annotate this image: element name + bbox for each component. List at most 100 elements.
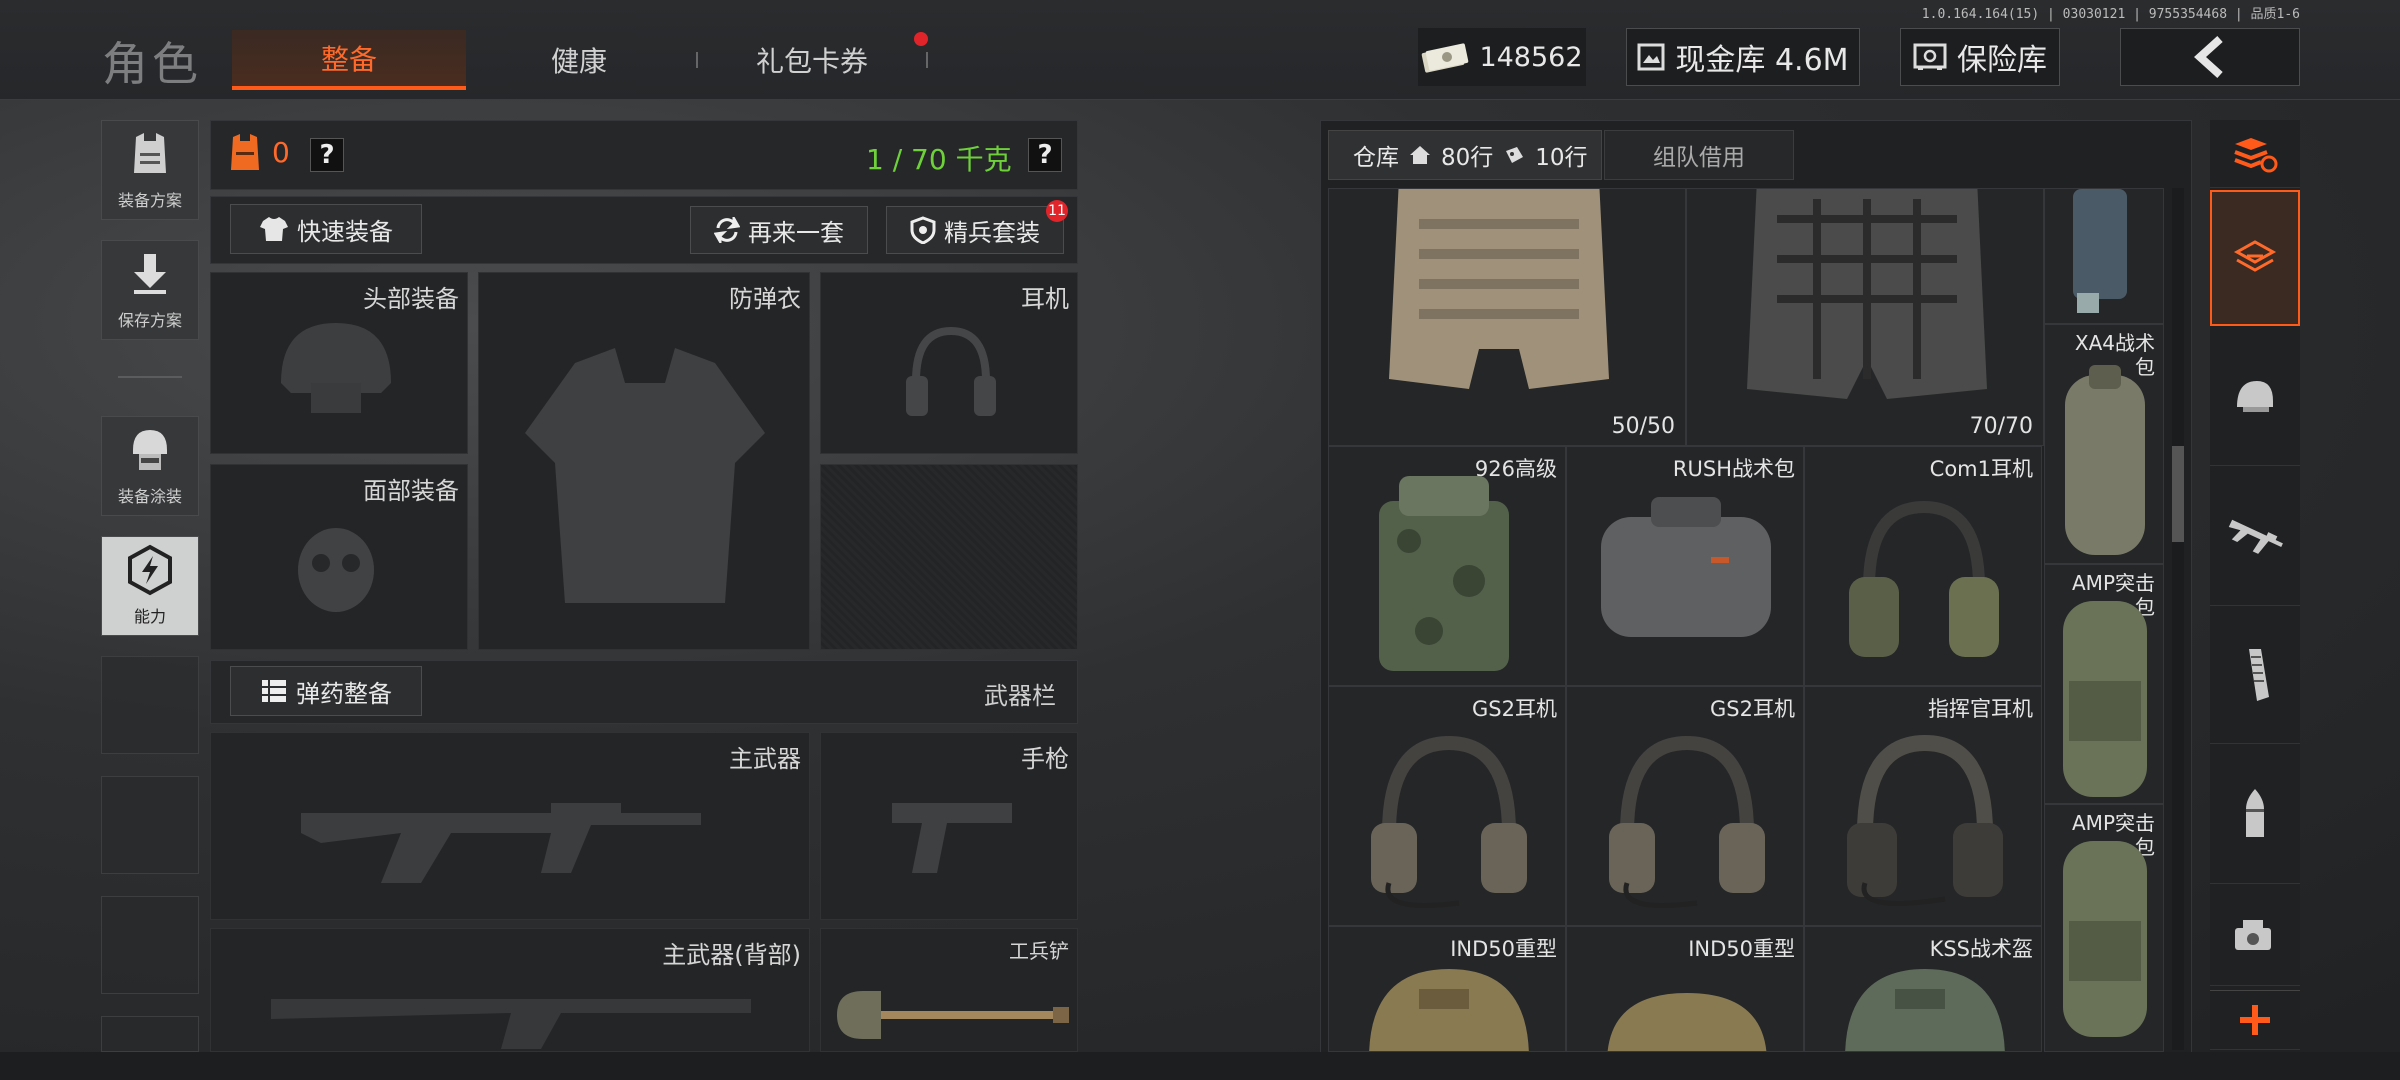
tab-health[interactable]: 健康 <box>468 30 690 90</box>
inventory-item[interactable]: RUSH战术包 <box>1566 446 1804 686</box>
ability-label: 能力 <box>133 607 166 626</box>
primary-back-label: 主武器(背部) <box>662 941 801 969</box>
sort-refresh-button[interactable] <box>2210 120 2300 188</box>
helmet-skin-icon <box>133 430 167 470</box>
category-helmet[interactable] <box>2210 328 2300 466</box>
face-gear-label: 面部装备 <box>363 477 459 505</box>
item-name: GS2耳机 <box>1710 697 1795 721</box>
headset-image <box>1609 735 1765 908</box>
loadout-plan-label: 装备方案 <box>117 191 182 210</box>
category-rifle[interactable] <box>2210 468 2300 606</box>
inventory-side-item[interactable]: XA4战术包 <box>2044 324 2164 564</box>
stack-refresh-icon <box>2234 137 2278 172</box>
safe-icon <box>1913 43 1947 70</box>
tab-divider <box>926 52 928 68</box>
inventory-side-item[interactable]: AMP突击包 <box>2044 564 2164 804</box>
elite-set-button[interactable]: 精兵套装 <box>886 206 1064 254</box>
redo-set-button[interactable]: 再来一套 <box>690 206 868 254</box>
inventory-item[interactable]: IND50重型 <box>1328 926 1566 1052</box>
bullet-icon <box>2246 788 2264 837</box>
primary-back-weapon-slot[interactable]: 主武器(背部) <box>210 928 810 1052</box>
empty-menu-slot <box>101 776 199 874</box>
tactical-bag-image <box>1601 497 1771 637</box>
ammo-list-icon <box>262 680 286 702</box>
assault-pack-image <box>2063 601 2147 797</box>
item-name: Com1耳机 <box>1929 457 2033 481</box>
item-name: RUSH战术包 <box>1672 457 1795 481</box>
ability-button[interactable]: 能力 <box>101 536 199 636</box>
earpiece-slot[interactable]: 耳机 <box>820 272 1078 454</box>
durability-count: 50/50 <box>1611 414 1675 439</box>
inventory-item[interactable]: GS2耳机 <box>1328 686 1566 926</box>
cash-vault-button[interactable]: 现金库 4.6M <box>1626 28 1860 86</box>
shield-icon <box>910 216 936 244</box>
canister-image <box>2073 189 2127 313</box>
category-magazine[interactable] <box>2210 606 2300 744</box>
inventory-item[interactable]: 926高级 <box>1328 446 1566 686</box>
headset-image <box>1371 735 1527 908</box>
inventory-item[interactable]: Com1耳机 <box>1804 446 2042 686</box>
primary-weapon-label: 主武器 <box>729 745 801 773</box>
ticket-icon <box>1506 147 1524 163</box>
inventory-item-armor-black[interactable]: 70/70 <box>1686 188 2044 446</box>
primary-weapon-slot[interactable]: 主武器 <box>210 732 810 920</box>
headset-silhouette-icon <box>906 326 996 416</box>
save-plan-button[interactable]: 保存方案 <box>101 240 199 340</box>
durability-count: 70/70 <box>1969 414 2033 439</box>
shovel-icon <box>837 991 1069 1039</box>
equipment-skin-button[interactable]: 装备涂装 <box>101 416 199 516</box>
earpiece-label: 耳机 <box>1021 285 1069 313</box>
body-armor-slot[interactable]: 防弹衣 <box>478 272 810 650</box>
armor-silhouette-icon <box>525 348 765 603</box>
loadout-plan-button[interactable]: 装备方案 <box>101 120 199 220</box>
add-category-button[interactable] <box>2210 990 2300 1050</box>
warehouse-label: 仓库 <box>1353 145 1399 171</box>
quick-equip-button[interactable]: 快速装备 <box>230 204 422 254</box>
head-gear-slot[interactable]: 头部装备 <box>210 272 468 454</box>
backpack-camo-image <box>1379 476 1509 671</box>
equipment-skin-label: 装备涂装 <box>117 487 182 506</box>
inventory-item[interactable]: KSS战术盔 <box>1804 926 2042 1052</box>
pistol-slot[interactable]: 手枪 <box>820 732 1078 920</box>
inventory-item[interactable]: 指挥官耳机 <box>1804 686 2042 926</box>
category-all[interactable] <box>2210 190 2300 326</box>
tab-gift-coupons[interactable]: 礼包卡券 <box>700 30 924 90</box>
helmet-silhouette-icon <box>281 323 391 413</box>
elite-set-label: 精兵套装 <box>944 218 1040 247</box>
category-ammo[interactable] <box>2210 746 2300 884</box>
inventory-item[interactable]: GS2耳机 <box>1566 686 1804 926</box>
assault-pack-image <box>2063 841 2147 1037</box>
safe-button[interactable]: 保险库 <box>1900 28 2060 86</box>
inventory-scrollbar[interactable] <box>2172 188 2184 1050</box>
empty-menu-slot <box>101 896 199 994</box>
shovel-slot[interactable]: 工兵铲 <box>820 928 1078 1052</box>
safe-label: 保险库 <box>1957 43 2047 78</box>
rifle-silhouette-icon <box>301 803 701 883</box>
currency-display[interactable]: 148562 <box>1418 28 1586 86</box>
weight-display: 1 / 70 千克 <box>866 143 1012 176</box>
category-attachment[interactable] <box>2210 886 2300 986</box>
inventory-item-armor-tan[interactable]: 50/50 <box>1328 188 1686 446</box>
item-name: GS2耳机 <box>1472 697 1557 721</box>
face-gear-slot[interactable]: 面部装备 <box>210 464 468 650</box>
inventory-item[interactable]: IND50重型 <box>1566 926 1804 1052</box>
armor-help-button[interactable]: ? <box>310 138 344 172</box>
redo-set-label: 再来一套 <box>748 218 844 247</box>
back-chevron-icon <box>2194 36 2223 78</box>
tab-warehouse[interactable]: 仓库 80行 10行 <box>1328 130 1602 180</box>
duffel-bag-image <box>2065 365 2145 555</box>
inventory-side-item[interactable]: AMP突击包 <box>2044 804 2164 1052</box>
scrollbar-thumb[interactable] <box>2172 446 2184 542</box>
notification-dot <box>914 32 928 46</box>
tab-equip[interactable]: 整备 <box>232 30 466 90</box>
weight-help-button[interactable]: ? <box>1028 138 1062 172</box>
inventory-item-flask[interactable] <box>2044 188 2164 324</box>
plus-icon <box>2240 1005 2270 1035</box>
ammo-equip-button[interactable]: 弹药整备 <box>230 666 422 716</box>
headset-olive-image <box>1849 500 1999 657</box>
back-button[interactable] <box>2120 28 2300 86</box>
home-icon <box>1410 146 1430 164</box>
cash-vault-label: 现金库 4.6M <box>1675 43 1849 78</box>
tab-team-borrow[interactable]: 组队借用 <box>1604 130 1794 180</box>
pistol-label: 手枪 <box>1021 745 1069 773</box>
